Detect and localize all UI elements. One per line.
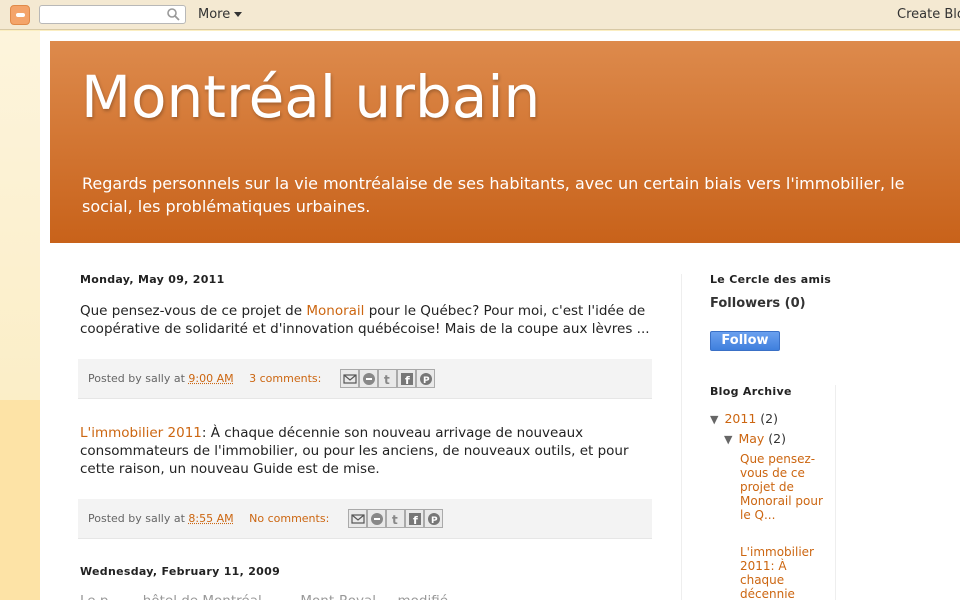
collapse-triangle-icon[interactable]: ▼ — [724, 433, 732, 446]
post-body: Que pensez-vous de ce projet de Monorail… — [80, 302, 650, 338]
email-icon[interactable] — [348, 509, 367, 528]
svg-text:t: t — [384, 373, 390, 386]
post-footer: Posted by sally at 8:55 AM No comments: … — [78, 499, 652, 539]
blog-description: Regards personnels sur la vie montréalai… — [82, 174, 905, 216]
pinterest-icon[interactable]: P — [416, 369, 435, 388]
date-header: Monday, May 09, 2011 — [80, 273, 225, 286]
archive-month-row[interactable]: ▼ May (2) — [724, 431, 786, 446]
svg-text:P: P — [423, 376, 430, 386]
archive-post-link[interactable]: L'immobilier 2011: À chaque décennie — [740, 545, 824, 600]
svg-text:f: f — [413, 514, 418, 526]
facebook-icon[interactable]: f — [397, 369, 416, 388]
immobilier-link[interactable]: L'immobilier 2011 — [80, 425, 202, 441]
share-buttons: t f P — [348, 509, 443, 528]
date-header: Wednesday, February 11, 2009 — [80, 565, 281, 578]
create-blog-link[interactable]: Create Blo — [897, 7, 960, 22]
archive-month-count: (2) — [768, 431, 787, 446]
comments-link[interactable]: No comments: — [249, 512, 329, 525]
blog-title[interactable]: Montréal urbain — [81, 63, 540, 131]
background-left — [0, 31, 40, 401]
svg-text:t: t — [392, 513, 398, 526]
posted-by: Posted by sally at — [88, 512, 189, 525]
search-input[interactable] — [39, 5, 186, 24]
archive-heading: Blog Archive — [710, 385, 792, 398]
blogger-navbar: More Create Blo — [0, 0, 960, 30]
archive-post-link[interactable]: Que pensez-vous de ce projet de Monorail… — [740, 452, 824, 522]
comments-link[interactable]: 3 comments: — [249, 372, 321, 385]
svg-text:P: P — [431, 516, 438, 526]
search-icon[interactable] — [167, 8, 180, 21]
twitter-icon[interactable]: t — [378, 369, 397, 388]
post-footer: Posted by sally at 9:00 AM 3 comments: t… — [78, 359, 652, 399]
blogger-logo-icon[interactable] — [10, 5, 30, 25]
post-meta: Posted by sally at 8:55 AM No comments: — [88, 512, 329, 525]
archive-year-link[interactable]: 2011 — [724, 411, 756, 426]
facebook-icon[interactable]: f — [405, 509, 424, 528]
svg-text:f: f — [405, 374, 410, 386]
post-meta: Posted by sally at 9:00 AM 3 comments: — [88, 372, 321, 385]
sidebar-divider — [681, 274, 682, 600]
more-label: More — [198, 7, 231, 22]
archive-year-count: (2) — [760, 411, 778, 426]
followers-count: Followers (0) — [710, 296, 806, 311]
timestamp-link[interactable]: 8:55 AM — [188, 512, 233, 525]
background-left-lower — [0, 400, 40, 600]
blog-header: Montréal urbain Regards personnels sur l… — [50, 41, 960, 243]
email-icon[interactable] — [340, 369, 359, 388]
collapse-triangle-icon[interactable]: ▼ — [710, 413, 718, 426]
sidebar-divider — [835, 385, 836, 600]
post-body: L'immobilier 2011: À chaque décennie son… — [80, 424, 650, 478]
share-buttons: t f P — [340, 369, 435, 388]
monorail-link[interactable]: Monorail — [306, 303, 364, 319]
pinterest-icon[interactable]: P — [424, 509, 443, 528]
twitter-icon[interactable]: t — [386, 509, 405, 528]
post-text: Que pensez-vous de ce projet de — [80, 303, 307, 319]
blogger-icon[interactable] — [359, 369, 378, 388]
more-menu[interactable]: More — [198, 7, 243, 22]
follow-button[interactable]: Follow — [710, 331, 780, 351]
archive-year-row[interactable]: ▼ 2011 (2) — [710, 411, 778, 426]
blogger-icon[interactable] — [367, 509, 386, 528]
post-body-partial: Le p... ... hôtel de Montréal ... ... Mo… — [80, 592, 650, 600]
timestamp-link[interactable]: 9:00 AM — [188, 372, 233, 385]
posted-by: Posted by sally at — [88, 372, 189, 385]
followers-heading: Le Cercle des amis — [710, 273, 832, 286]
archive-month-link[interactable]: May — [738, 431, 764, 446]
chevron-down-icon — [234, 12, 243, 17]
